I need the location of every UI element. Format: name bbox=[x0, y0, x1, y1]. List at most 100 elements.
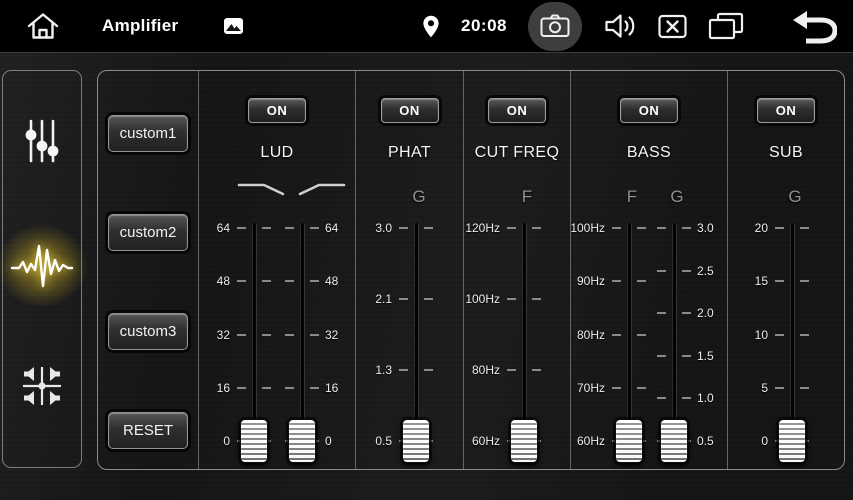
tick-dash bbox=[657, 227, 666, 229]
tick-dash bbox=[612, 334, 621, 336]
preset-custom1-button[interactable]: custom1 bbox=[108, 115, 188, 152]
close-app-icon[interactable] bbox=[658, 14, 687, 39]
tick-dash bbox=[262, 227, 271, 229]
tick-dash bbox=[262, 387, 271, 389]
gallery-icon[interactable] bbox=[224, 18, 243, 34]
tick-dash bbox=[285, 227, 294, 229]
bass-title: BASS bbox=[571, 144, 727, 162]
bass-on-button[interactable]: ON bbox=[620, 98, 678, 123]
sub-tick-label: 0 bbox=[722, 434, 768, 448]
home-icon[interactable] bbox=[26, 11, 60, 41]
clock: 20:08 bbox=[461, 16, 507, 36]
bass-slider-knob[interactable] bbox=[615, 419, 643, 463]
speaker-fader-icon bbox=[18, 362, 66, 410]
bass-tick-label: 90Hz bbox=[559, 274, 605, 288]
tick-dash bbox=[237, 334, 246, 336]
tick-dash bbox=[507, 369, 516, 371]
tick-dash bbox=[775, 227, 784, 229]
sidebar-item-sound-effects[interactable] bbox=[10, 236, 74, 296]
lud-on-button[interactable]: ON bbox=[248, 98, 306, 123]
lud-slider-knob[interactable] bbox=[240, 419, 268, 463]
phat-slider-knob[interactable] bbox=[402, 419, 430, 463]
bass-param-f: F bbox=[627, 187, 637, 207]
lud-tick-label: 48 bbox=[184, 274, 230, 288]
sidebar-item-equalizer[interactable] bbox=[10, 111, 74, 171]
cutfreq-tick-label: 120Hz bbox=[454, 221, 500, 235]
cutfreq-slider-knob[interactable] bbox=[510, 419, 538, 463]
column-phat: ONPHATG3.02.11.30.5 bbox=[355, 71, 463, 469]
tick-dash bbox=[800, 387, 809, 389]
tick-dash bbox=[424, 298, 433, 300]
tick-dash bbox=[657, 355, 666, 357]
cutfreq-title: CUT FREQ bbox=[464, 144, 570, 162]
phat-title: PHAT bbox=[356, 144, 463, 162]
tick-dash bbox=[310, 227, 319, 229]
phat-tick-label: 1.3 bbox=[346, 363, 392, 377]
sub-title: SUB bbox=[728, 144, 844, 162]
tick-dash bbox=[775, 387, 784, 389]
sub-param-g: G bbox=[788, 187, 801, 207]
tick-dash bbox=[507, 298, 516, 300]
tick-dash bbox=[237, 227, 246, 229]
tick-dash bbox=[532, 227, 541, 229]
tick-dash bbox=[285, 387, 294, 389]
tick-dash bbox=[399, 227, 408, 229]
tick-dash bbox=[237, 387, 246, 389]
recent-apps-icon[interactable] bbox=[708, 12, 744, 40]
tick-dash bbox=[800, 334, 809, 336]
tick-dash bbox=[399, 298, 408, 300]
tick-dash bbox=[682, 355, 691, 357]
reset-button[interactable]: RESET bbox=[108, 412, 188, 449]
tick-dash bbox=[237, 280, 246, 282]
column-sub: ONSUBG20151050 bbox=[727, 71, 844, 469]
bass-tick-label: 70Hz bbox=[559, 381, 605, 395]
cutfreq-on-button[interactable]: ON bbox=[488, 98, 546, 123]
hf-cut-curve-icon bbox=[236, 181, 286, 202]
page-title: Amplifier bbox=[102, 16, 178, 36]
bass-param-g: G bbox=[670, 187, 683, 207]
bass-slider-knob[interactable] bbox=[660, 419, 688, 463]
sub-slider-knob[interactable] bbox=[778, 419, 806, 463]
back-icon[interactable] bbox=[791, 8, 837, 44]
lud-tick-label: 0 bbox=[184, 434, 230, 448]
tick-dash bbox=[424, 227, 433, 229]
tick-dash bbox=[657, 397, 666, 399]
tick-dash bbox=[612, 280, 621, 282]
phat-param-g: G bbox=[412, 187, 425, 207]
sub-tick-label: 5 bbox=[722, 381, 768, 395]
waveform-icon bbox=[10, 240, 74, 292]
tick-dash bbox=[637, 227, 646, 229]
tick-dash bbox=[285, 280, 294, 282]
lud-tick-label: 16 bbox=[184, 381, 230, 395]
lud-title: LUD bbox=[199, 144, 355, 162]
sidebar bbox=[2, 70, 82, 468]
sub-on-button[interactable]: ON bbox=[757, 98, 815, 123]
tick-dash bbox=[262, 334, 271, 336]
tick-dash bbox=[310, 387, 319, 389]
tick-dash bbox=[775, 334, 784, 336]
camera-icon[interactable] bbox=[528, 2, 582, 51]
lud-slider-knob[interactable] bbox=[288, 419, 316, 463]
sidebar-item-speaker-fader[interactable] bbox=[10, 356, 74, 416]
lud-tick-label: 64 bbox=[184, 221, 230, 235]
lf-cut-curve-icon bbox=[297, 181, 347, 202]
phat-on-button[interactable]: ON bbox=[381, 98, 439, 123]
tick-dash bbox=[682, 227, 691, 229]
phat-tick-label: 3.0 bbox=[346, 221, 392, 235]
preset-custom3-button[interactable]: custom3 bbox=[108, 313, 188, 350]
tick-dash bbox=[612, 227, 621, 229]
tick-dash bbox=[775, 280, 784, 282]
tick-dash bbox=[637, 334, 646, 336]
column-lud: ONLUD644832160644832160 bbox=[198, 71, 355, 469]
presets-column: custom1 custom2 custom3 RESET bbox=[98, 71, 198, 469]
eq-sliders-icon bbox=[23, 118, 61, 164]
preset-custom2-button[interactable]: custom2 bbox=[108, 214, 188, 251]
amplifier-panel: custom1 custom2 custom3 RESET ON LUD 64 48 3… bbox=[97, 70, 845, 470]
cutfreq-tick-label: 80Hz bbox=[454, 363, 500, 377]
tick-dash bbox=[532, 369, 541, 371]
volume-icon[interactable] bbox=[603, 11, 637, 41]
tick-dash bbox=[800, 280, 809, 282]
tick-dash bbox=[637, 280, 646, 282]
tick-dash bbox=[800, 227, 809, 229]
bass-tick-label: 80Hz bbox=[559, 328, 605, 342]
